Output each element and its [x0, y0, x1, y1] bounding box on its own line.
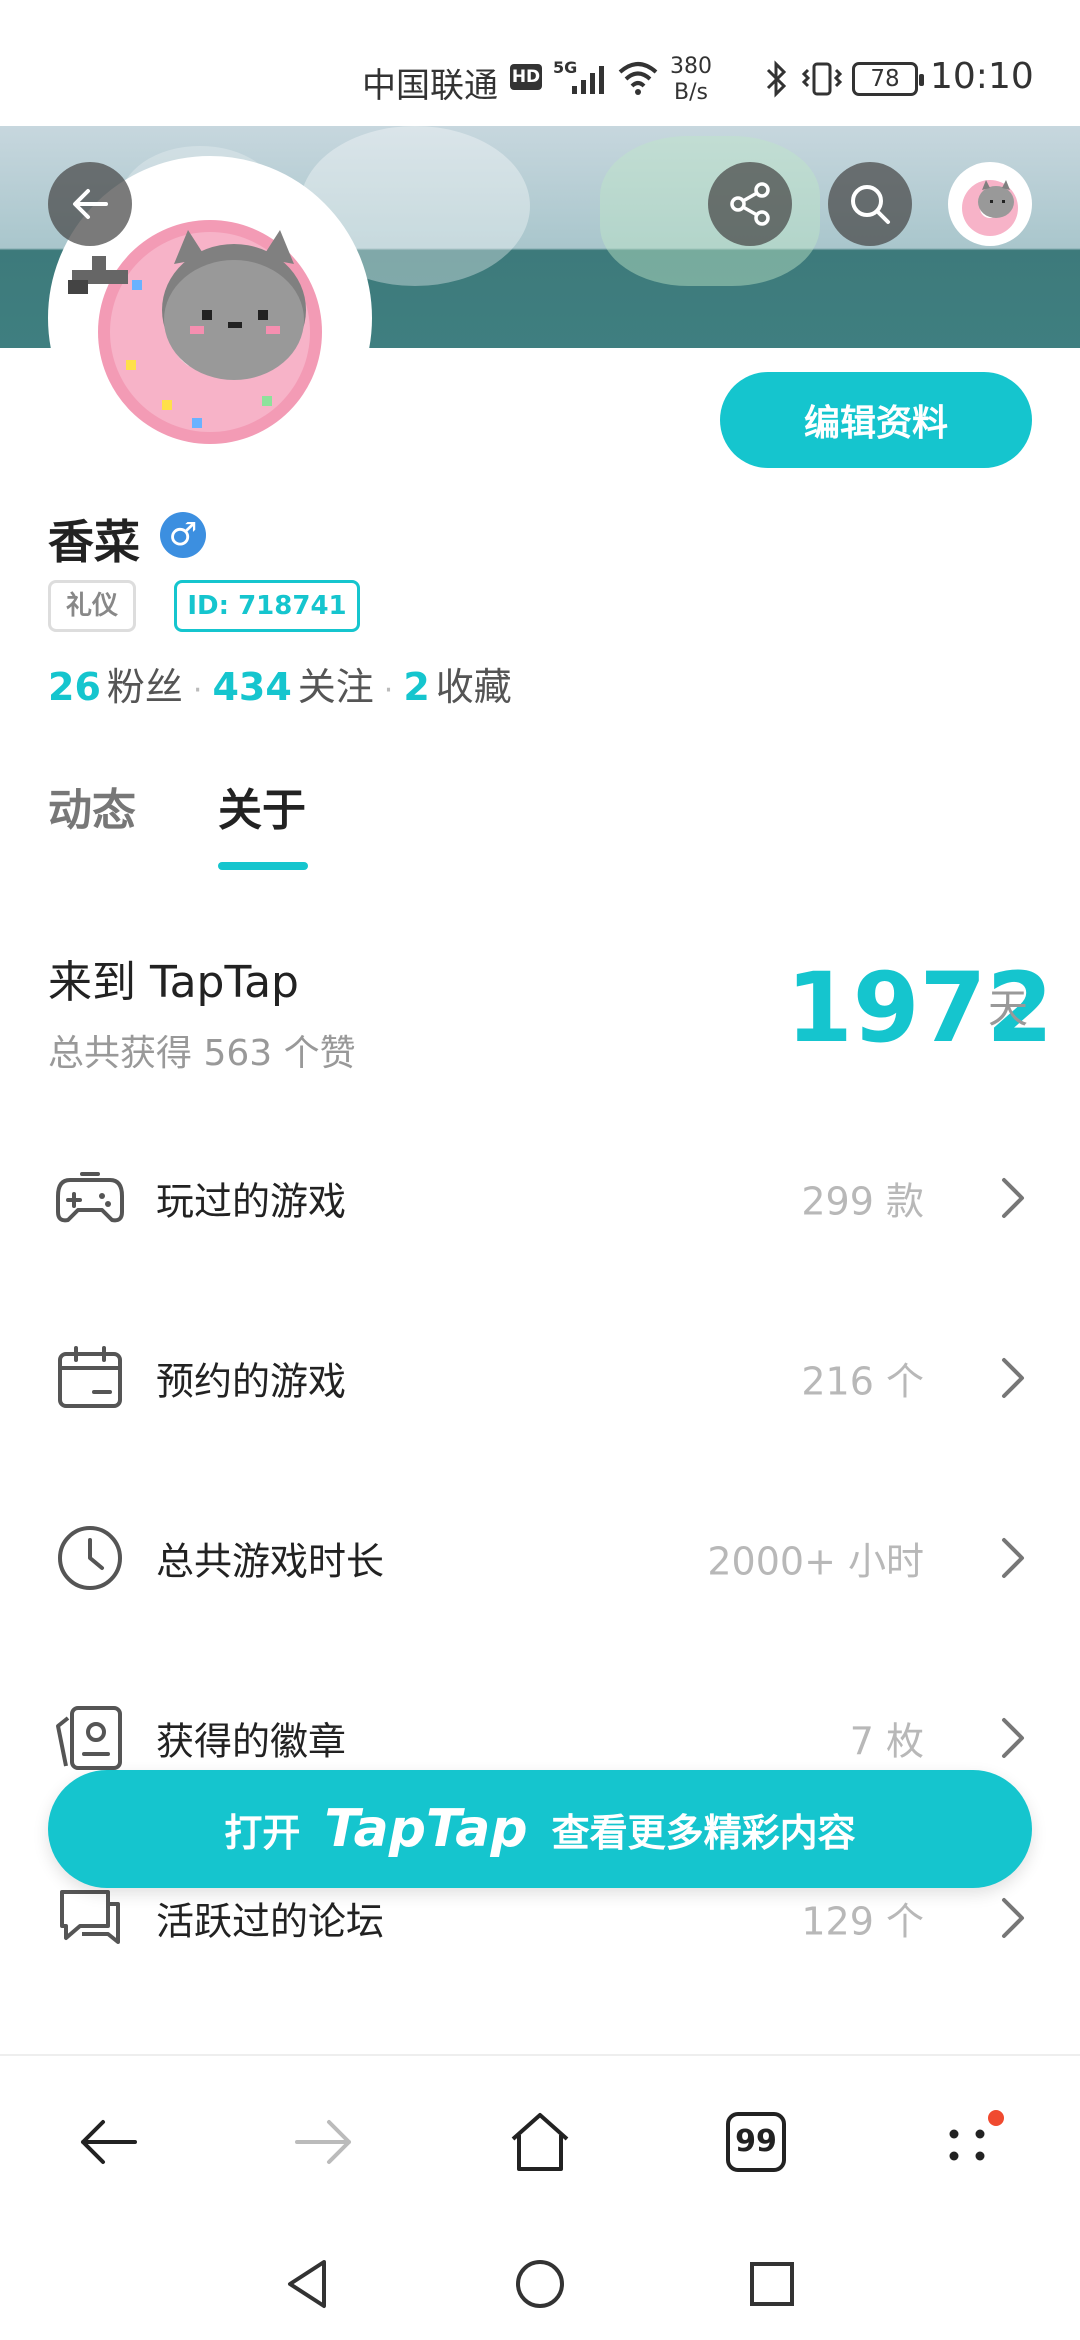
separator-dot: · — [192, 673, 203, 708]
user-id-badge[interactable]: ID: 718741 — [174, 580, 360, 632]
followers-count[interactable]: 26 — [48, 665, 101, 709]
played-games-label: 玩过的游戏 — [156, 1179, 347, 1224]
open-taptap-button[interactable]: 打开 TapTap 查看更多精彩内容 — [48, 1770, 1032, 1888]
arrow-right-icon — [295, 2120, 351, 2164]
calendar-icon — [58, 1346, 122, 1408]
nav-home-icon[interactable] — [508, 2252, 572, 2316]
chevron-right-icon — [1002, 1898, 1024, 1938]
browser-tabs-button[interactable]: 99 — [716, 2102, 796, 2182]
search-button[interactable] — [828, 162, 912, 246]
playtime-row[interactable]: 总共游戏时长 2000+ 小时 — [0, 1468, 1080, 1648]
browser-back-button[interactable] — [68, 2102, 148, 2182]
signal-icon — [572, 66, 604, 94]
status-bar: 中国联通 HD 5G 380 B/s 78 10:10 — [0, 0, 1080, 126]
open-app-suffix: 查看更多精彩内容 — [551, 1810, 856, 1855]
male-gender-icon: ♂ — [160, 512, 206, 558]
played-games-value: 299 款 — [801, 1179, 924, 1224]
browser-forward-button[interactable] — [284, 2102, 364, 2182]
profile-stats: 26 粉丝 · 434 关注 · 2 收藏 — [48, 656, 512, 711]
taptap-logo-text: TapTap — [324, 1799, 528, 1859]
browser-home-button[interactable] — [500, 2102, 580, 2182]
tab-dynamic[interactable]: 动态 — [48, 774, 136, 838]
favorites-label[interactable]: 收藏 — [436, 656, 512, 711]
chevron-right-icon — [1002, 1178, 1024, 1218]
nav-recents-icon[interactable] — [740, 2252, 804, 2316]
playtime-value: 2000+ 小时 — [707, 1539, 924, 1584]
battery-icon: 78 — [852, 62, 924, 96]
favorites-count[interactable]: 2 — [403, 665, 429, 709]
badges-value: 7 枚 — [849, 1719, 924, 1764]
user-mini-avatar[interactable] — [948, 162, 1032, 246]
etiquette-badge[interactable]: 礼仪 — [48, 580, 136, 632]
join-label: 来到 TapTap — [48, 957, 299, 1008]
gamepad-icon — [56, 1172, 124, 1223]
arrow-left-icon — [81, 2120, 137, 2164]
system-navigation-bar — [0, 2230, 1080, 2340]
total-likes: 总共获得 563 个赞 — [48, 1033, 356, 1074]
wifi-icon — [618, 62, 658, 95]
chevron-right-icon — [1002, 1358, 1024, 1398]
open-app-prefix: 打开 — [224, 1810, 301, 1855]
reserved-games-value: 216 个 — [801, 1359, 924, 1404]
arrow-left-icon — [73, 189, 108, 219]
played-games-row[interactable]: 玩过的游戏 299 款 — [0, 1108, 1080, 1288]
username: 香菜 — [48, 515, 140, 569]
tab-count-badge: 99 — [726, 2112, 786, 2172]
share-icon — [730, 182, 770, 226]
following-count[interactable]: 434 — [212, 665, 291, 709]
tab-about[interactable]: 关于 — [218, 774, 306, 838]
clock-time: 10:10 — [930, 56, 1034, 97]
edit-profile-button[interactable]: 编辑资料 — [720, 372, 1032, 468]
share-button[interactable] — [708, 162, 792, 246]
search-icon — [851, 185, 890, 224]
clock-icon — [58, 1526, 122, 1590]
nav-back-icon[interactable] — [276, 2252, 340, 2316]
playtime-label: 总共游戏时长 — [156, 1539, 385, 1584]
days-unit: 天 — [988, 986, 1028, 1032]
carrier-name: 中国联通 — [362, 66, 498, 106]
forums-label: 活跃过的论坛 — [156, 1899, 385, 1944]
reserved-games-row[interactable]: 预约的游戏 216 个 — [0, 1288, 1080, 1468]
pusheen-donut-mini-icon — [962, 180, 1018, 236]
separator-dot: · — [383, 673, 394, 708]
forums-value: 129 个 — [801, 1899, 924, 1944]
browser-menu-button[interactable] — [932, 2102, 1012, 2182]
chevron-right-icon — [1002, 1538, 1024, 1578]
chevron-right-icon — [1002, 1718, 1024, 1758]
reserved-games-label: 预约的游戏 — [156, 1359, 347, 1404]
network-speed: 380 B/s — [670, 54, 712, 105]
vibrate-icon — [801, 62, 843, 96]
active-tab-indicator — [218, 862, 308, 870]
followers-label[interactable]: 粉丝 — [107, 656, 183, 711]
badge-icon — [56, 1706, 122, 1770]
home-icon — [511, 2113, 569, 2171]
following-label[interactable]: 关注 — [298, 656, 374, 711]
browser-toolbar: 99 — [0, 2054, 1080, 2230]
notification-dot — [988, 2110, 1004, 2126]
hd-icon: HD — [510, 64, 542, 90]
forum-icon — [60, 1890, 120, 1944]
badges-label: 获得的徽章 — [156, 1719, 347, 1764]
bluetooth-icon — [766, 60, 787, 98]
back-button[interactable] — [48, 162, 132, 246]
